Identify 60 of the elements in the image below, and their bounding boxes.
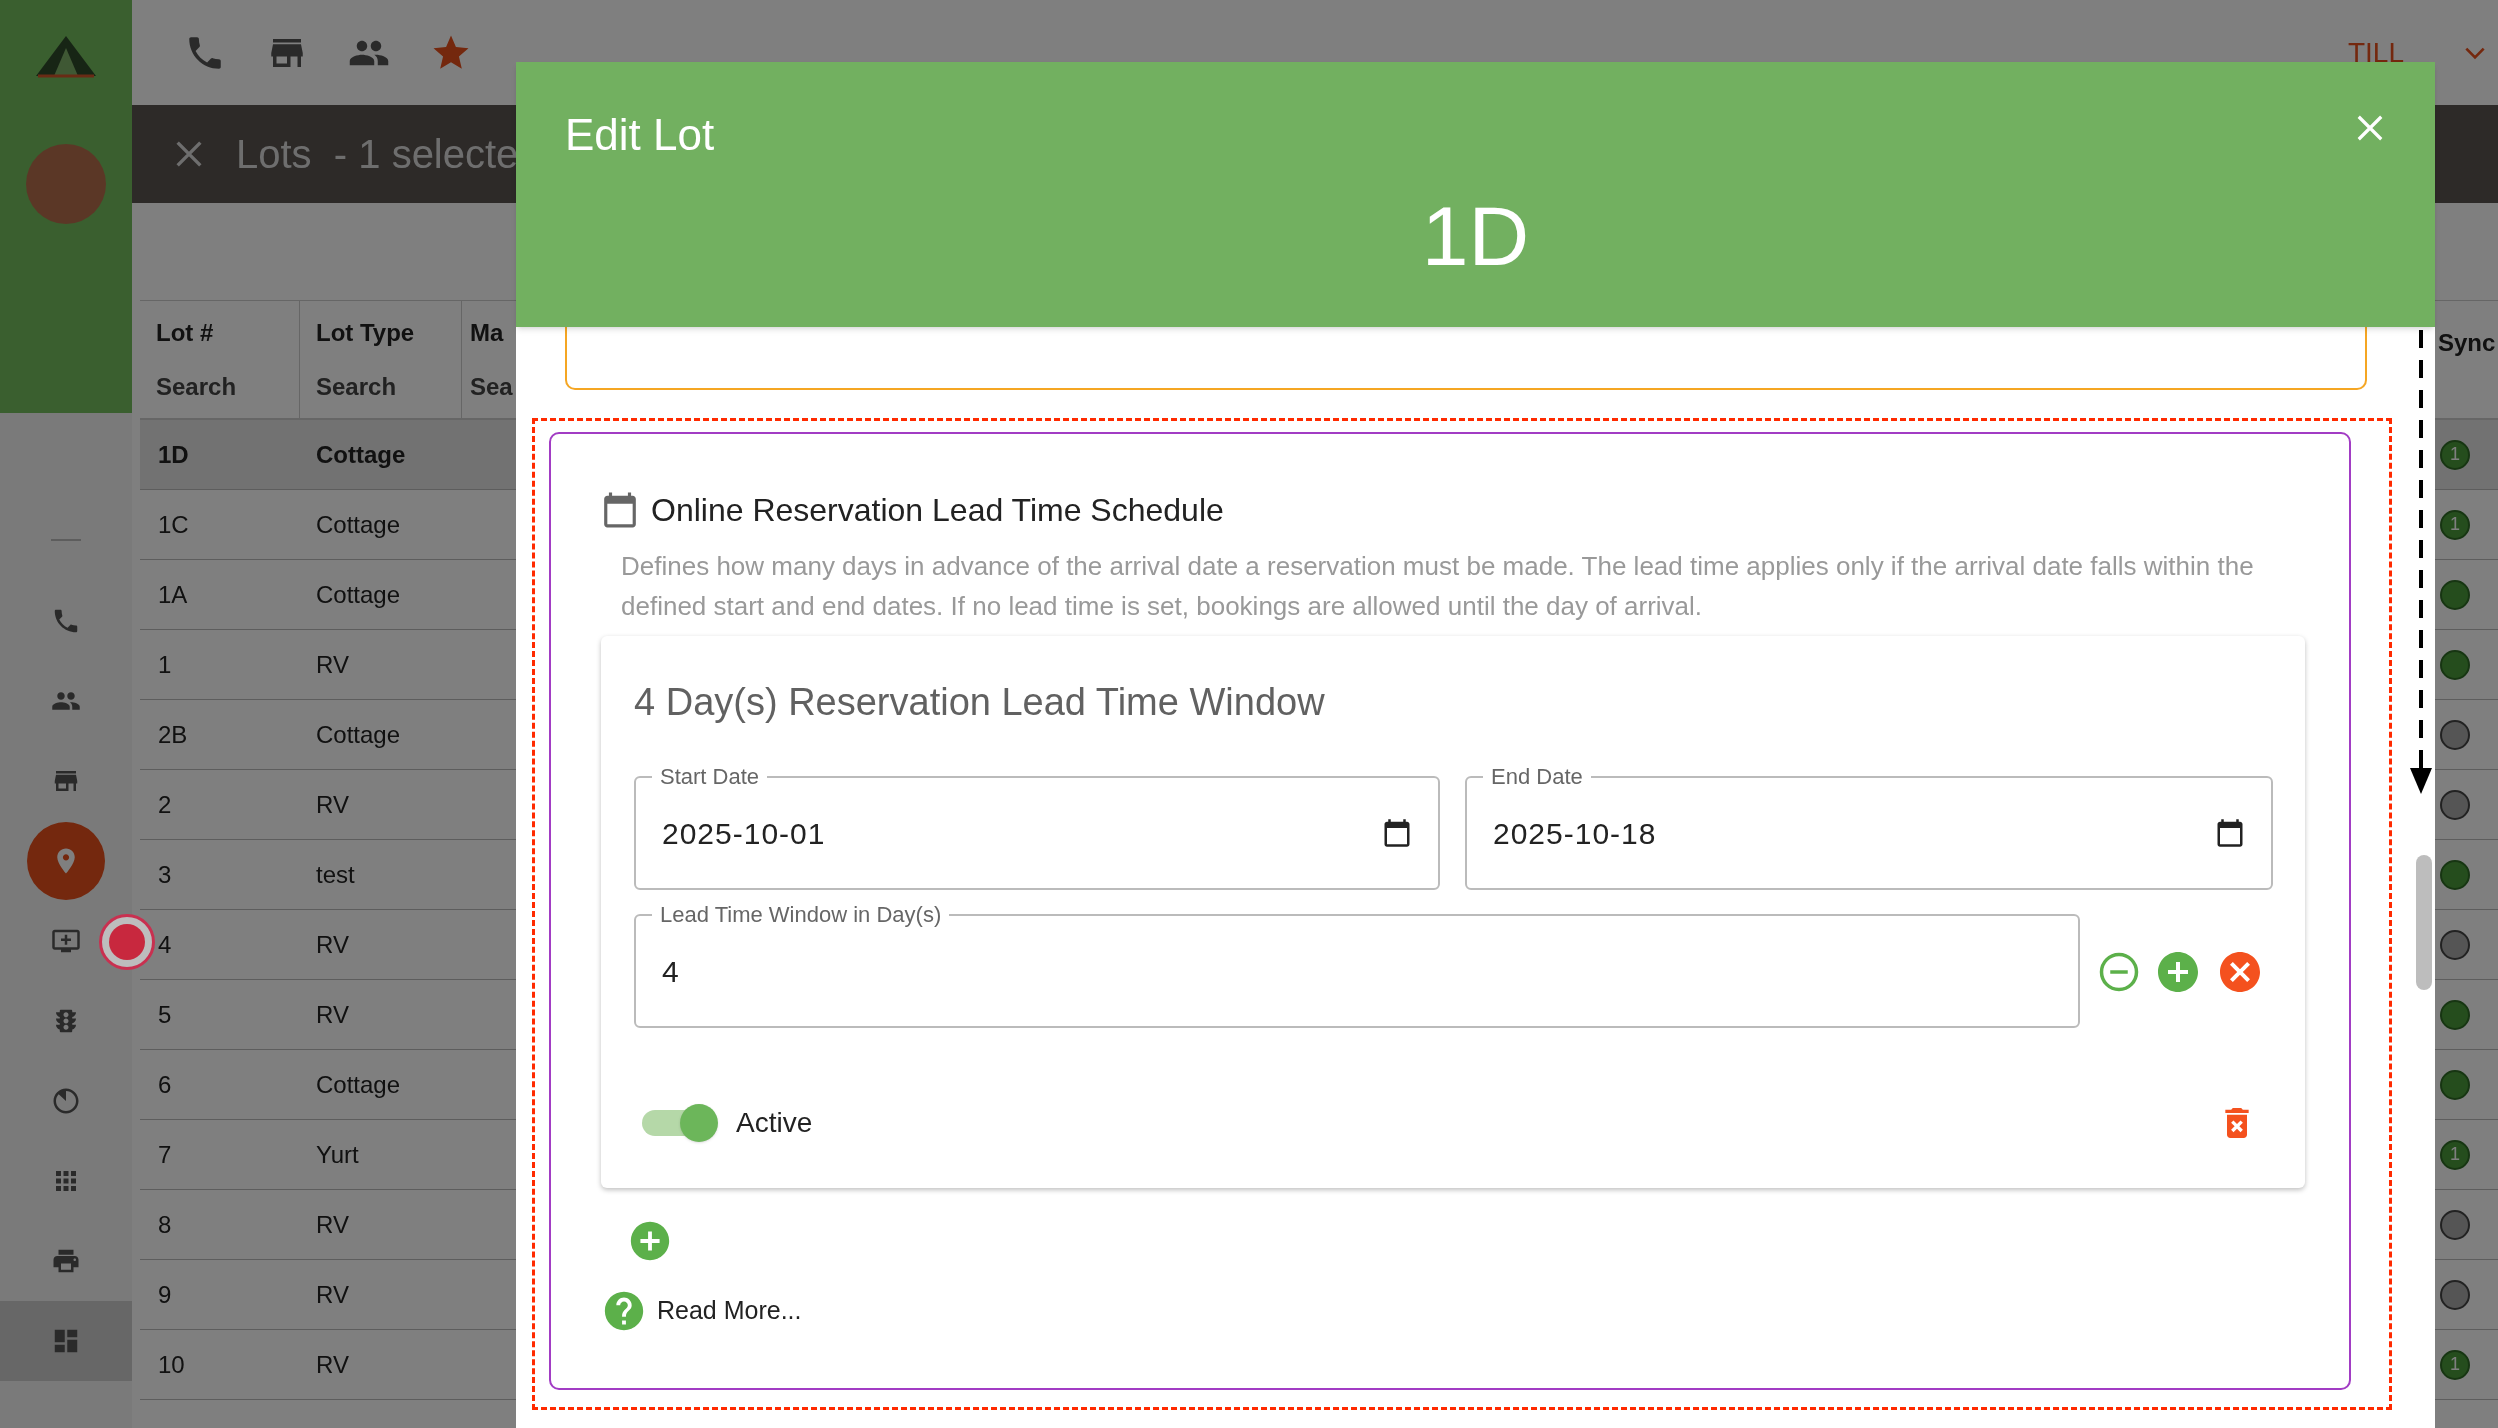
table-cell: 1: [158, 650, 172, 678]
sync-status-badge: 1: [2440, 509, 2470, 540]
table-cell: 1A: [158, 580, 188, 608]
field-label: Lead Time Window in Day(s): [659, 901, 943, 929]
table-cell: RV: [316, 1350, 349, 1378]
close-icon[interactable]: [2355, 113, 2385, 143]
table-cell: RV: [316, 1280, 349, 1308]
calendar-icon: [601, 490, 639, 530]
toggle-label: Active: [736, 1106, 813, 1140]
active-toggle[interactable]: [642, 1104, 718, 1142]
table-cell: test: [316, 860, 355, 888]
table-cell: 4: [158, 930, 172, 958]
sync-status-badge: 1: [2440, 1349, 2470, 1380]
table-cell: 1D: [158, 440, 189, 468]
field-label: End Date: [1490, 763, 1584, 791]
table-cell: RV: [316, 790, 349, 818]
table-cell: Cottage: [316, 1070, 401, 1098]
number-input[interactable]: 4: [662, 948, 2062, 994]
table-cell: 8: [158, 1210, 172, 1238]
column-header[interactable]: Lot Type: [316, 314, 461, 351]
date-input[interactable]: 2025-10-01: [662, 810, 1382, 856]
sync-status-badge: 1: [2440, 439, 2470, 470]
table-cell: 1C: [158, 510, 189, 538]
table-cell: Cottage: [316, 580, 401, 608]
page-title: Lots - 1 selecte: [236, 131, 519, 178]
table-cell: RV: [316, 650, 349, 678]
table-cell: RV: [316, 1000, 349, 1028]
date-input[interactable]: 2025-10-18: [1493, 810, 2215, 856]
calendar-icon[interactable]: [2215, 818, 2245, 848]
dialog-title: Edit Lot: [565, 109, 715, 161]
column-header[interactable]: Lot #: [156, 314, 299, 351]
table-cell: 9: [158, 1280, 172, 1308]
calendar-icon[interactable]: [1382, 818, 1412, 848]
table-cell: Cottage: [316, 440, 406, 468]
minus-circle-icon[interactable]: [2098, 950, 2140, 993]
table-cell: Yurt: [316, 1140, 359, 1168]
table-cell: 10: [158, 1350, 185, 1378]
table-cell: 2B: [158, 720, 188, 748]
table-cell: 7: [158, 1140, 172, 1168]
table-cell: 5: [158, 1000, 172, 1028]
table-cell: Cottage: [316, 720, 401, 748]
column-filter[interactable]: Search: [316, 368, 461, 405]
lot-number: 1D: [1421, 194, 1530, 278]
column-header[interactable]: Sync: [2438, 325, 2496, 361]
table-cell: 6: [158, 1070, 172, 1098]
window-heading: 4 Day(s) Reservation Lead Time Window: [634, 680, 1326, 725]
section-description: Defines how many days in advance of the arrival date a reservation must be made. The lead time applies only if the arrival date falls within the defined start and end dates. If no lead time is set, bookings are allowed until the day of arrival.: [621, 550, 2255, 623]
scrollbar-thumb[interactable]: [2416, 855, 2432, 990]
table-cell: RV: [316, 1210, 349, 1238]
tent-logo-icon[interactable]: [34, 34, 98, 78]
read-more-link[interactable]: Read More...: [657, 1292, 802, 1330]
table-cell: Cottage: [316, 510, 401, 538]
column-filter[interactable]: Search: [156, 368, 299, 405]
field-label: Start Date: [659, 763, 761, 791]
table-cell: 2: [158, 790, 172, 818]
sync-status-badge: 1: [2440, 1139, 2470, 1170]
table-cell: RV: [316, 930, 349, 958]
section-title: Online Reservation Lead Time Schedule: [651, 491, 1224, 530]
table-cell: 3: [158, 860, 172, 888]
timer-icon[interactable]: [51, 1086, 81, 1116]
